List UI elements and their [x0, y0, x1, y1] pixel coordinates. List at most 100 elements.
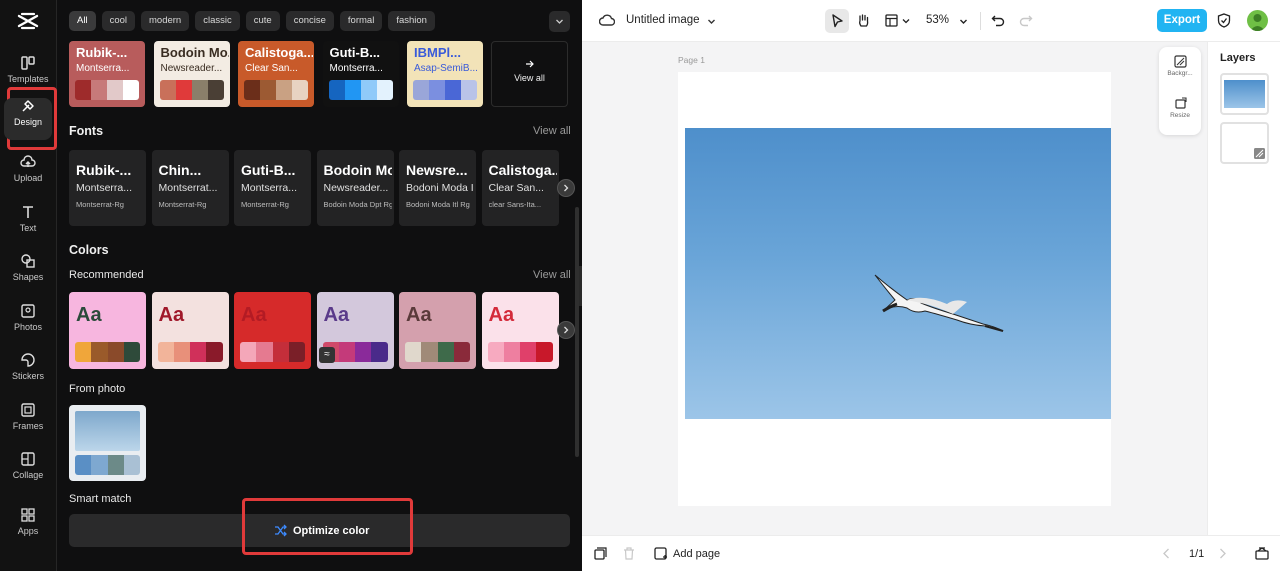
theme-card[interactable]: IBMPl... Asap-SemiB... — [407, 41, 483, 107]
swatch — [75, 342, 92, 362]
background-tool[interactable]: Backgr... — [1159, 55, 1201, 77]
chip-cute[interactable]: cute — [245, 11, 280, 31]
editor-app: Templates Design Upload Text Shapes Phot… — [0, 0, 1280, 571]
rail-design[interactable]: Design — [4, 98, 52, 140]
color-palette-card[interactable]: Aa — [481, 292, 559, 369]
font-body: Montserrat-Rg — [76, 200, 124, 209]
chip-concise[interactable]: concise — [285, 11, 334, 31]
shield-icon[interactable] — [1217, 13, 1231, 28]
colors-scroll-right-button[interactable] — [557, 321, 575, 339]
arrow-right-icon — [525, 60, 534, 68]
font-subheading: Newsreader... — [323, 182, 389, 194]
rail-upload[interactable]: Upload — [4, 154, 52, 196]
font-body: clear Sans-Ita... — [488, 200, 542, 209]
theme-view-all-card[interactable]: View all — [491, 41, 568, 107]
color-palette-card[interactable]: Aa — [69, 292, 146, 369]
theme-card[interactable]: Rubik-... Montserra... — [69, 41, 145, 107]
palette-sample-text: Aa — [241, 304, 267, 326]
export-button[interactable]: Export — [1157, 9, 1207, 32]
redo-icon[interactable] — [1019, 14, 1033, 27]
fonts-title: Fonts — [69, 124, 104, 138]
theme-card[interactable]: Guti-B... Montserra... — [322, 41, 399, 107]
font-subheading: Montserra... — [241, 182, 298, 194]
chevron-right-icon[interactable] — [1218, 548, 1227, 559]
layers-title: Layers — [1220, 52, 1256, 64]
palette-sample-text: Aa — [488, 304, 515, 326]
rail-shapes[interactable]: Shapes — [4, 253, 52, 295]
chip-fashion[interactable]: fashion — [388, 11, 435, 31]
theme-swatches — [159, 80, 224, 100]
layer-photo-preview — [1224, 80, 1265, 108]
chip-all[interactable]: All — [69, 11, 96, 31]
resize-tool[interactable]: Resize — [1159, 97, 1201, 119]
rail-label: Shapes — [12, 272, 44, 282]
add-page-button[interactable]: Add page — [654, 536, 720, 571]
font-card[interactable]: Chin... Montserrat... Montserrat-Rg — [151, 150, 229, 226]
swatch — [244, 80, 260, 100]
chip-classic[interactable]: classic — [195, 11, 240, 31]
color-palette-card[interactable]: Aa — [151, 292, 229, 369]
swatch — [338, 342, 355, 362]
canvas-page[interactable] — [678, 72, 1111, 506]
theme-card[interactable]: Bodoin Mo... Newsreader... — [153, 41, 230, 107]
palette-swatches — [487, 342, 553, 362]
font-card[interactable]: Calistoga... Clear San... clear Sans-Ita..… — [481, 150, 559, 226]
user-icon — [1250, 14, 1265, 31]
cloud-icon[interactable] — [599, 13, 615, 27]
avatar[interactable] — [1247, 10, 1268, 31]
background-tool-label: Backgr... — [1167, 70, 1193, 77]
filters-expand-button[interactable] — [549, 11, 570, 32]
font-card[interactable]: Newsre... Bodoni Moda I... Bodoni Moda Itl… — [399, 150, 476, 226]
rail-apps[interactable]: Apps — [4, 507, 52, 549]
font-card[interactable]: Rubik-... Montserra... Montserrat-Rg — [69, 150, 146, 226]
shuffle-palette-icon[interactable]: ≈ — [319, 347, 335, 363]
colors-title: Colors — [69, 243, 109, 257]
font-card[interactable]: Guti-B... Montserra... Montserrat-Rg — [234, 150, 311, 226]
swatch — [256, 342, 273, 362]
hand-icon[interactable] — [856, 13, 871, 28]
rail-templates[interactable]: Templates — [4, 55, 52, 97]
layer-background-thumb[interactable] — [1220, 122, 1269, 164]
design-panel: All cool modern classic cute concise for… — [57, 0, 582, 571]
document-title[interactable]: Untitled image — [626, 14, 700, 26]
chip-cool[interactable]: cool — [101, 11, 135, 31]
trash-icon[interactable] — [623, 547, 635, 560]
swatch — [107, 342, 124, 362]
theme-swatches — [75, 80, 139, 100]
font-card[interactable]: Bodoin Mo... Newsreader... Bodoin Moda Dpt… — [316, 150, 394, 226]
theme-card[interactable]: Calistoga... Clear San... — [238, 41, 314, 107]
swatch — [371, 342, 388, 362]
layout-icon[interactable] — [885, 14, 898, 27]
layer-photo-thumb[interactable] — [1220, 73, 1269, 115]
chevron-down-icon[interactable] — [902, 17, 910, 25]
capcut-logo-icon[interactable] — [16, 11, 40, 31]
panel-scrollbar[interactable] — [575, 207, 579, 457]
rail-stickers[interactable]: Stickers — [4, 352, 52, 394]
rail-photos[interactable]: Photos — [4, 303, 52, 345]
chip-formal[interactable]: formal — [339, 11, 383, 31]
zoom-level[interactable]: 53% — [926, 14, 949, 26]
color-palette-card[interactable]: Aa — [399, 292, 476, 369]
cursor-icon[interactable] — [830, 14, 844, 28]
palette-swatches — [240, 342, 305, 362]
colors-view-all[interactable]: View all — [533, 269, 571, 281]
chip-modern[interactable]: modern — [141, 11, 190, 31]
chevron-down-icon[interactable] — [707, 17, 716, 26]
fonts-scroll-right-button[interactable] — [557, 179, 575, 197]
fonts-view-all[interactable]: View all — [533, 125, 571, 137]
seagull-photo[interactable] — [685, 128, 1111, 419]
undo-icon[interactable] — [991, 14, 1005, 27]
text-icon — [23, 206, 33, 218]
theme-title: Guti-B... — [329, 45, 381, 60]
color-palette-card[interactable]: Aa — [234, 292, 311, 369]
canvas-area[interactable]: Page 1 Backgr... Resize — [582, 42, 1207, 535]
chevron-left-icon[interactable] — [1162, 548, 1171, 559]
rail-label: Collage — [12, 470, 44, 480]
chevron-down-icon[interactable] — [959, 17, 968, 26]
duplicate-page-icon[interactable] — [594, 547, 607, 560]
rail-collage[interactable]: Collage — [4, 451, 52, 493]
from-photo-card[interactable] — [69, 405, 146, 481]
pages-panel-icon[interactable] — [1255, 547, 1269, 560]
rail-text[interactable]: Text — [4, 204, 52, 246]
rail-frames[interactable]: Frames — [4, 402, 52, 444]
